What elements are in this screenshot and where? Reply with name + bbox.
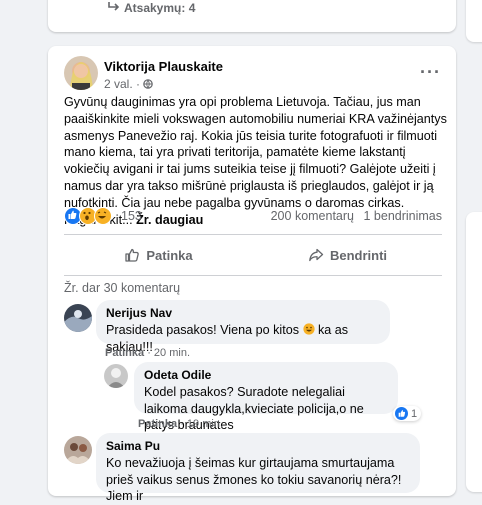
commenter-name[interactable]: Nerijus Nav	[106, 306, 380, 320]
reply-meta: Patinka · 19 min.	[138, 418, 223, 430]
reply-author-name[interactable]: Odeta Odile	[144, 368, 388, 382]
like-reaction-icon	[395, 407, 408, 420]
comment-text: Ko nevažiuoja į šeimas kur girtaujama sm…	[106, 456, 402, 503]
reply-arrow-icon	[108, 1, 120, 15]
share-arrow-icon	[309, 248, 324, 262]
divider-top	[64, 234, 442, 235]
comment-like-link[interactable]: Patinka	[105, 347, 144, 359]
post-time-text: 2 val. ·	[104, 77, 144, 91]
reply-avatar[interactable]	[104, 364, 128, 388]
share-button-label: Bendrinti	[329, 247, 388, 263]
like-button-label: Patinka	[146, 247, 193, 263]
reactions-summary[interactable]: 153	[64, 207, 142, 225]
post-card: Viktorija Plauskaite 2 val. · ··· Gyvūnų…	[48, 46, 456, 503]
comment-bubble: Saima Pu Ko nevažiuoja į šeimas kur girt…	[96, 433, 420, 503]
comment-bubble: Nerijus Nav Prasideda pasakos! Viena po …	[96, 300, 390, 354]
divider-bottom	[64, 275, 442, 276]
like-button[interactable]: Patinka	[64, 239, 253, 271]
view-replies-link[interactable]: Atsakymų: 4	[108, 1, 195, 15]
reply-like-link[interactable]: Patinka	[138, 418, 177, 430]
globe-icon	[143, 77, 154, 91]
see-more-link[interactable]: Žr. daugiau	[136, 213, 203, 227]
right-panel-card-top	[466, 0, 482, 42]
share-button[interactable]: Bendrinti	[253, 239, 442, 271]
comment-time[interactable]: · 20 min.	[147, 347, 190, 359]
previous-post-card: Atsakymų: 4	[48, 0, 456, 32]
reply-time[interactable]: · 19 min.	[180, 418, 223, 430]
comment-text-part-1: Prasideda pasakos! Viena po kitos	[106, 323, 299, 337]
reply-reaction-count: 1	[411, 407, 418, 420]
replies-label: Atsakymų: 4	[124, 1, 196, 15]
commenter-name[interactable]: Saima Pu	[106, 439, 410, 453]
reaction-count: 153	[121, 209, 142, 223]
reply-bubble: Odeta Odile Kodel pasakos? Suradote nele…	[134, 362, 398, 432]
commenter-avatar[interactable]	[64, 304, 92, 332]
commenter-avatar[interactable]	[64, 436, 92, 464]
right-panel-card-bottom	[466, 212, 482, 492]
author-name[interactable]: Viktorija Plauskaite	[104, 59, 223, 74]
grin-emoji-icon	[302, 323, 315, 337]
comment-meta: Patinka · 20 min.	[105, 347, 190, 359]
post-timestamp[interactable]: 2 val. ·	[104, 77, 154, 91]
post-header: Viktorija Plauskaite 2 val. ·	[64, 56, 223, 95]
post-actions: Patinka Bendrinti	[64, 239, 442, 271]
haha-reaction-icon	[94, 207, 112, 225]
author-avatar[interactable]	[64, 56, 98, 90]
view-more-comments-link[interactable]: Žr. dar 30 komentarų	[64, 281, 180, 295]
reply-reaction-badge[interactable]: 1	[393, 406, 422, 421]
more-options-icon[interactable]: ···	[420, 62, 441, 83]
comment-count-link[interactable]: 200 komentarų	[271, 209, 354, 223]
thumbs-up-icon	[125, 248, 140, 262]
share-count-link[interactable]: 1 bendrinimas	[363, 209, 442, 223]
engagement-counts: 200 komentarų 1 bendrinimas	[271, 209, 442, 223]
